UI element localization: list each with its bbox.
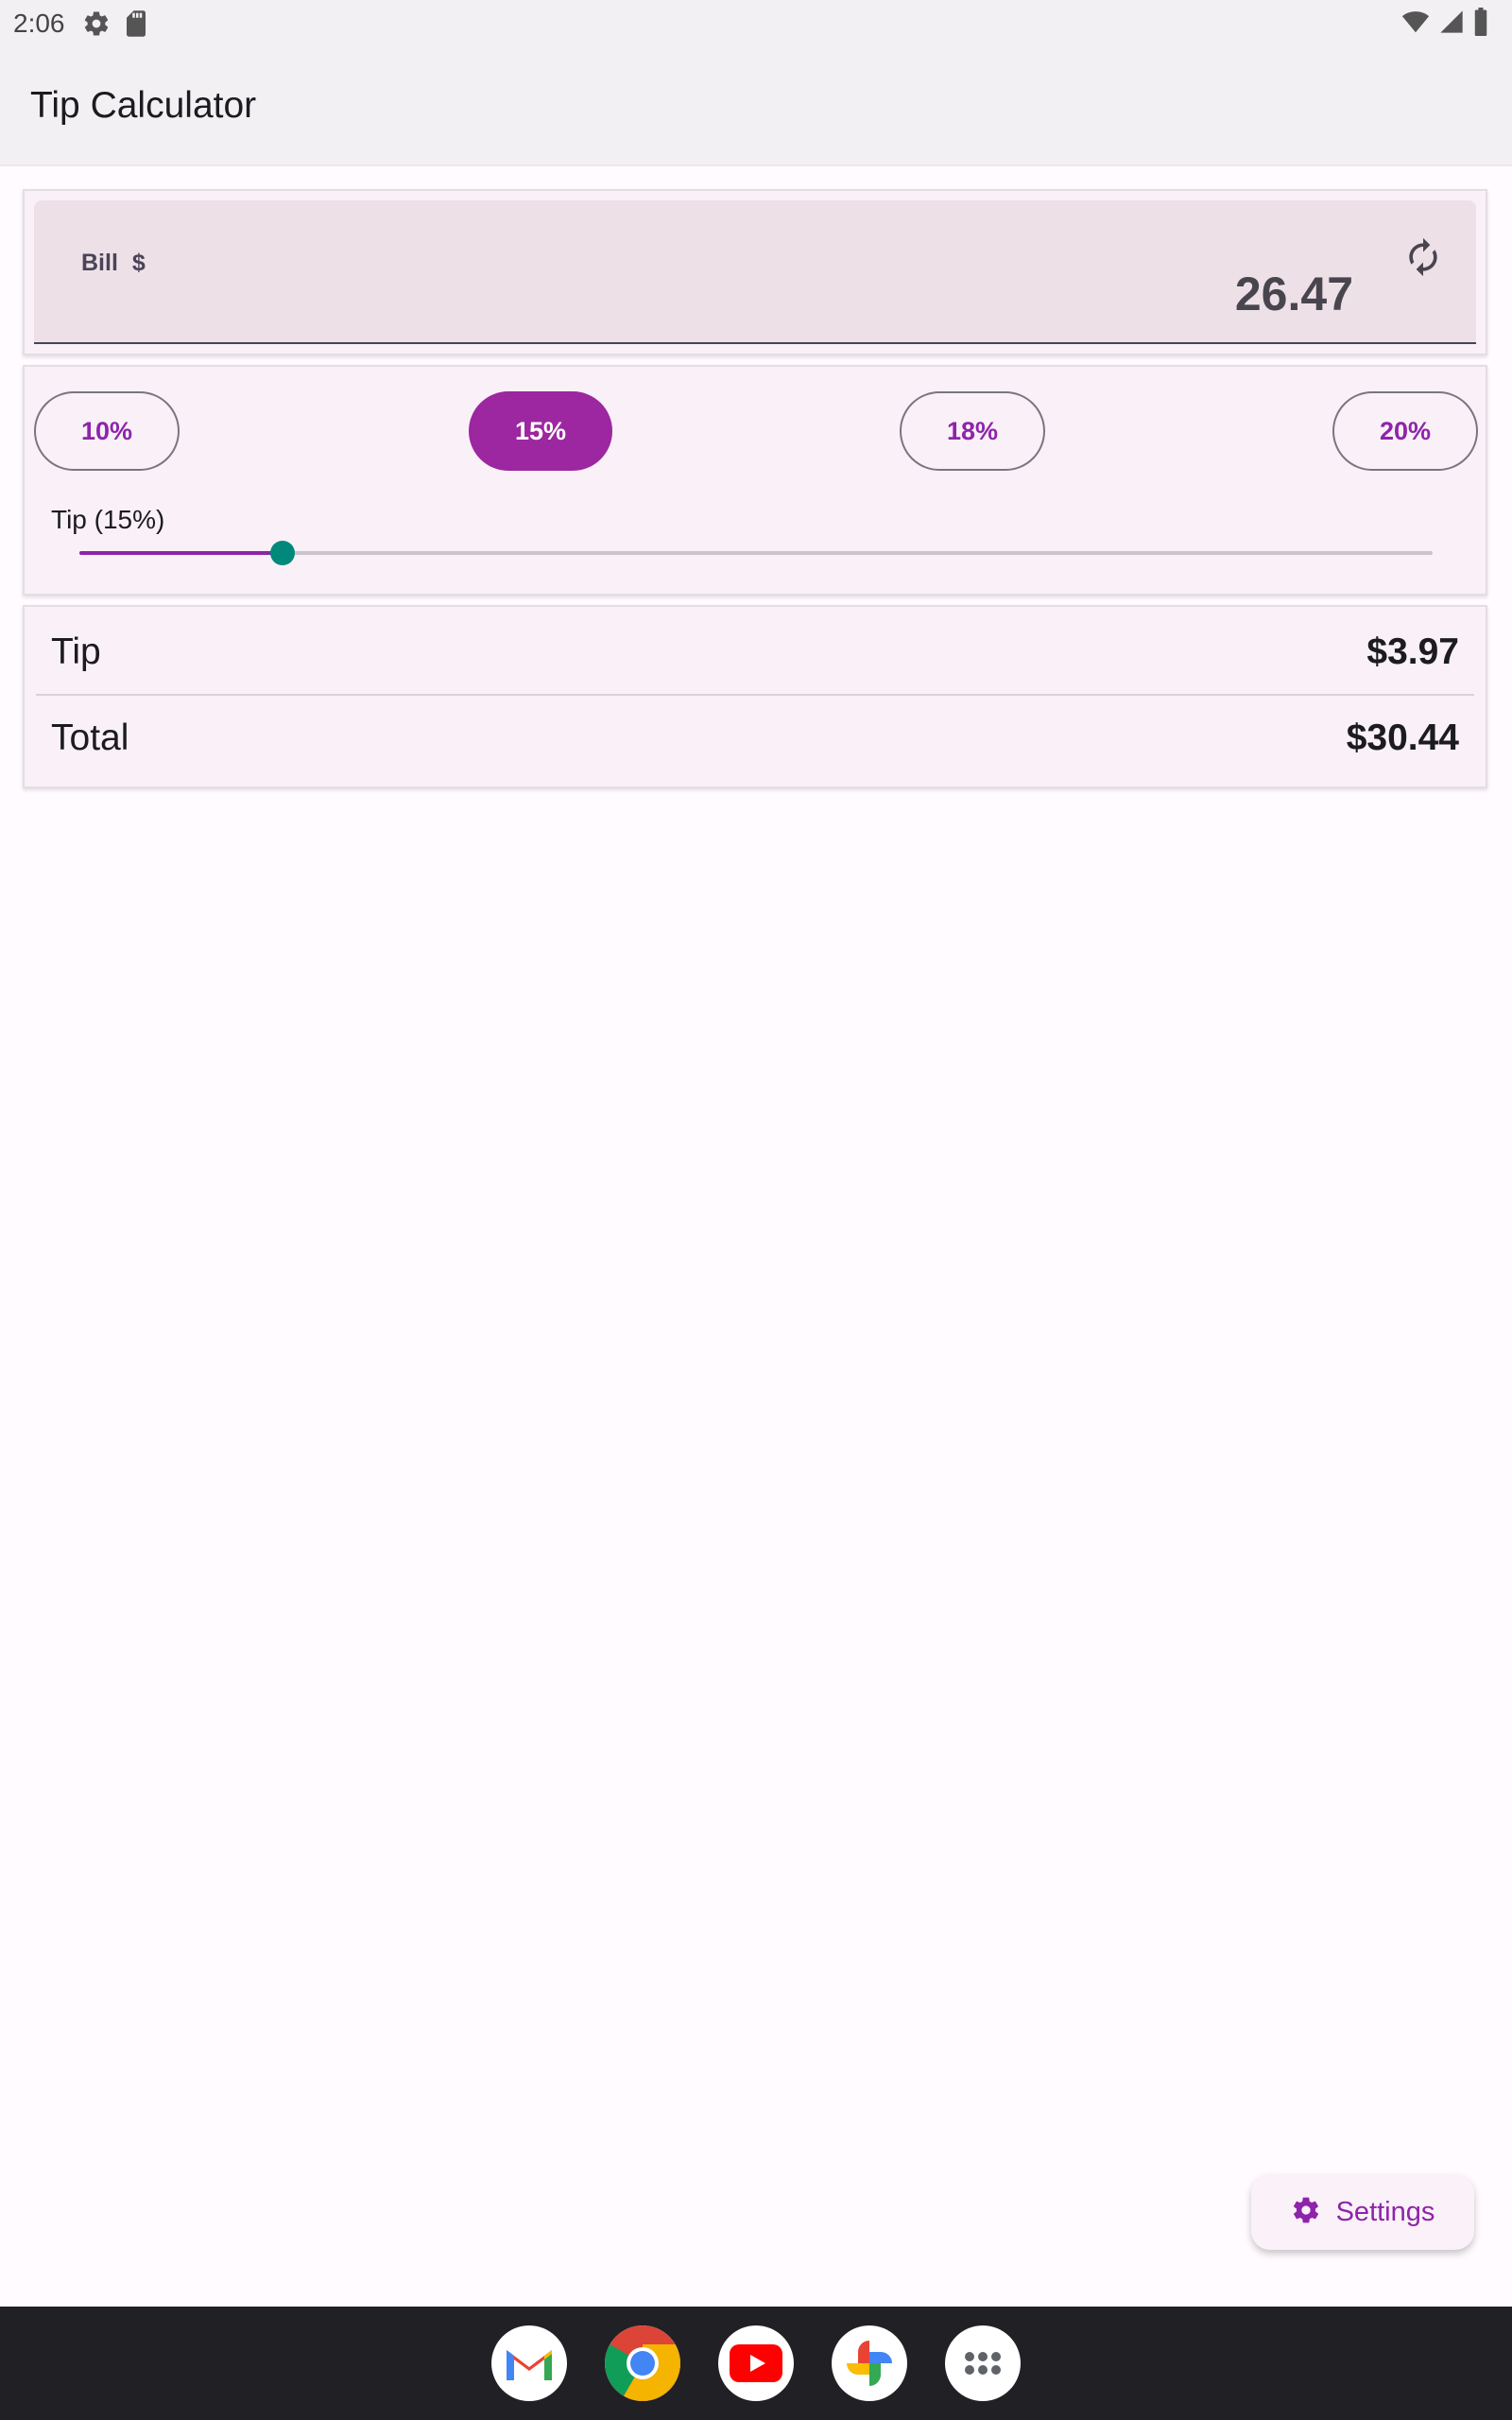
slider-fill xyxy=(79,551,283,555)
tip-label: Tip xyxy=(51,631,101,672)
settings-button[interactable]: Settings xyxy=(1251,2174,1474,2250)
tip-chip-20[interactable]: 20% xyxy=(1332,391,1478,471)
status-time: 2:06 xyxy=(13,9,65,38)
bill-card: Bill $ 26.47 xyxy=(23,189,1487,355)
tip-amount: $3.97 xyxy=(1366,631,1459,672)
total-amount: $30.44 xyxy=(1346,717,1459,758)
bill-value[interactable]: 26.47 xyxy=(1235,267,1353,321)
tip-slider[interactable] xyxy=(79,541,1433,565)
settings-gear-icon xyxy=(82,9,111,38)
app-dock xyxy=(0,2307,1512,2420)
signal-icon xyxy=(1438,8,1465,41)
gmail-icon[interactable] xyxy=(491,2325,567,2401)
result-card: Tip $3.97 Total $30.44 xyxy=(23,605,1487,788)
gear-icon xyxy=(1291,2195,1321,2230)
tip-card: 10% 15% 18% 20% Tip (15%) xyxy=(23,365,1487,596)
refresh-icon[interactable] xyxy=(1399,233,1448,282)
bill-label-text: Bill xyxy=(81,250,118,276)
settings-label: Settings xyxy=(1335,2196,1435,2227)
total-label: Total xyxy=(51,717,129,758)
app-drawer-icon[interactable] xyxy=(945,2325,1021,2401)
bill-currency: $ xyxy=(131,250,146,276)
tip-slider-label: Tip (15%) xyxy=(51,505,165,534)
photos-icon[interactable] xyxy=(832,2325,907,2401)
chrome-icon[interactable] xyxy=(605,2325,680,2401)
battery-icon xyxy=(1472,8,1489,41)
tip-chip-15[interactable]: 15% xyxy=(469,391,612,471)
slider-thumb[interactable] xyxy=(269,541,295,565)
chip-label: 20% xyxy=(1379,416,1432,445)
bill-label: Bill $ xyxy=(81,250,146,277)
chip-label: 15% xyxy=(514,416,567,445)
tip-chip-10[interactable]: 10% xyxy=(34,391,180,471)
bill-input[interactable]: Bill $ 26.47 xyxy=(34,200,1476,344)
sd-card-icon xyxy=(124,9,148,38)
page-title: Tip Calculator xyxy=(30,85,257,126)
chip-label: 18% xyxy=(946,416,999,445)
app-bar: Tip Calculator xyxy=(0,47,1512,166)
chip-label: 10% xyxy=(80,416,133,445)
total-row: Total $30.44 xyxy=(36,696,1474,781)
tip-chip-18[interactable]: 18% xyxy=(900,391,1045,471)
tip-row: Tip $3.97 xyxy=(36,611,1474,696)
status-bar: 2:06 xyxy=(0,0,1512,47)
youtube-icon[interactable] xyxy=(718,2325,794,2401)
wifi-icon xyxy=(1400,8,1431,41)
